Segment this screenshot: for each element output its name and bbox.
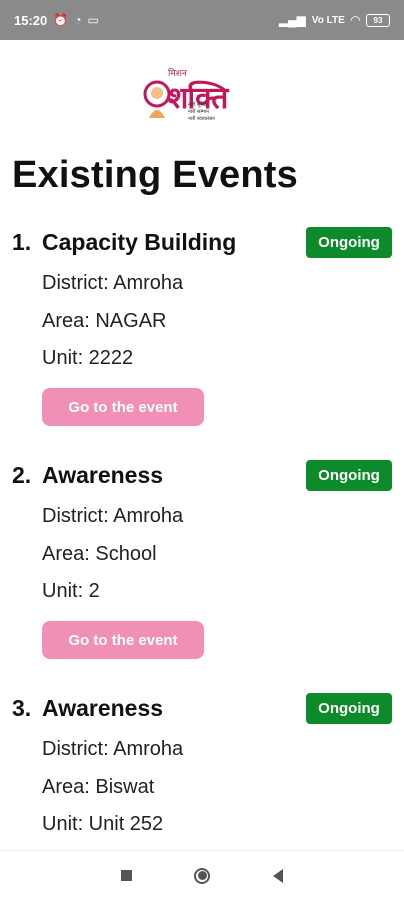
status-badge: Ongoing [306,460,392,491]
go-to-event-button[interactable]: Go to the event [42,621,204,659]
event-area: Area: NAGAR [42,310,167,332]
logo-tagline-2: नारी सम्मान [188,109,209,115]
battery-level: 93 [373,15,383,25]
network-label: Vo LTE [311,14,345,26]
mission-shakti-logo: मिशन शक्ति नारी सुरक्षा नारी सम्मान नारी… [142,66,262,132]
status-left: 15:20 ⏰ ◔ ▭ [14,13,99,28]
recent-apps-icon[interactable] [121,870,133,881]
whatsapp-icon: ◔ [74,13,82,27]
status-bar: 15:20 ⏰ ◔ ▭ ▂▄▆ Vo LTE ◠ 93 [0,0,404,40]
event-district: District: Amroha [42,272,184,294]
event-area: Area: Biswat [42,776,155,798]
event-title: Awareness [42,462,164,488]
home-icon-inner [197,871,207,880]
battery-icon: 93 [366,13,390,27]
event-number: 3. [12,695,32,721]
event-unit: Unit: Unit 252 [42,813,164,835]
status-badge: Ongoing [306,693,392,724]
navigation-bar [0,850,404,900]
status-badge: Ongoing [306,227,392,258]
event-number: 2. [12,462,32,488]
event-number: 1. [12,229,32,255]
home-icon[interactable] [194,867,211,884]
page-title: Existing Events [12,154,298,196]
event-title: Capacity Building [42,229,237,255]
logo-container: मिशन शक्ति नारी सुरक्षा नारी सम्मान नारी… [0,64,404,134]
wifi-icon: ◠ [350,13,360,27]
logo-tagline-1: नारी सुरक्षा [188,102,208,108]
go-to-event-button[interactable]: Go to the event [42,388,204,426]
status-right: ▂▄▆ Vo LTE ◠ 93 [278,13,390,27]
logo-tagline: नारी सुरक्षा नारी सम्मान नारी स्वावलंबन [188,102,215,123]
event-area: Area: School [42,543,157,565]
status-time: 15:20 [14,12,48,28]
event-unit: Unit: 2 [42,580,100,602]
alarm-icon: ⏰ [53,13,69,27]
event-unit: Unit: 2222 [42,347,134,369]
logo-tagline-3: नारी स्वावलंबन [188,116,215,122]
back-icon[interactable] [272,868,283,883]
laptop-icon: ▭ [87,13,99,27]
event-title: Awareness [42,695,164,721]
signal-icon: ▂▄▆ [278,13,306,27]
event-district: District: Amroha [42,505,184,527]
event-district: District: Amroha [42,738,184,760]
